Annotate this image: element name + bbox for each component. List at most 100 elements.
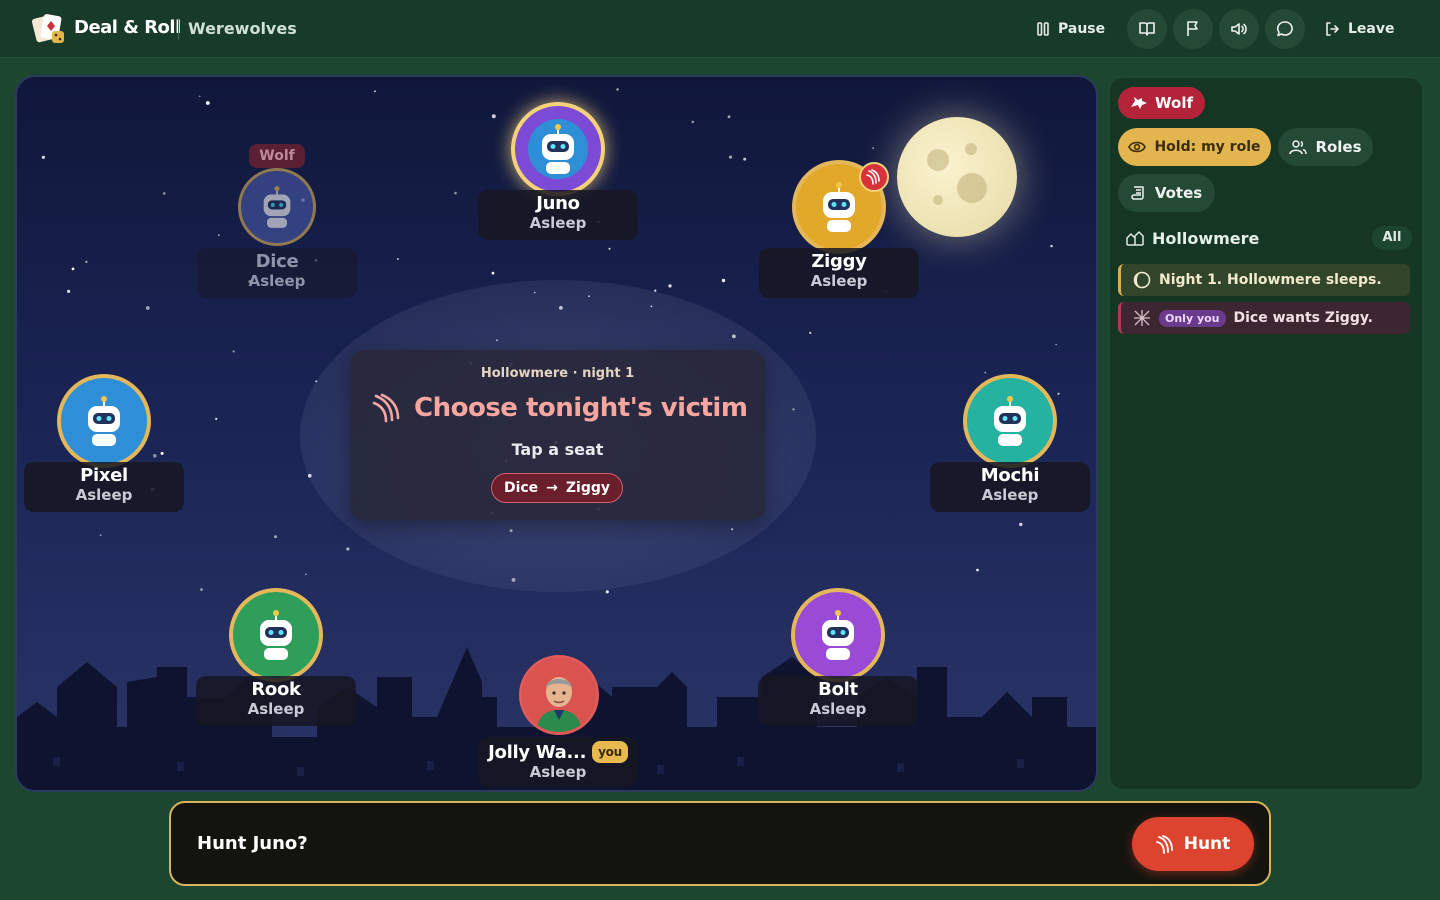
target-to: Ziggy: [565, 480, 611, 496]
leave-label: Leave: [1348, 21, 1395, 37]
wolf-target-pill[interactable]: Dice → Ziggy: [491, 473, 623, 503]
robot-icon: [980, 391, 1040, 451]
game-board: Hollowmere · night 1 Choose tonight's vi…: [15, 75, 1098, 792]
player-avatar: [511, 102, 605, 196]
hold-my-role-button[interactable]: Hold: my role: [1118, 128, 1271, 166]
seat-mochi[interactable]: Mochi Asleep: [930, 374, 1090, 514]
leave-button[interactable]: Leave: [1324, 17, 1394, 41]
nameplate: Mochi Asleep: [930, 462, 1090, 512]
log-title: Hollowmere: [1152, 228, 1260, 248]
volume-icon: [1231, 23, 1247, 35]
seat-bolt[interactable]: Bolt Asleep: [758, 588, 918, 728]
seat-juno[interactable]: Juno Asleep: [478, 102, 638, 242]
night-prompt-card: Hollowmere · night 1 Choose tonight's vi…: [350, 350, 765, 520]
nameplate: Bolt Asleep: [758, 676, 918, 726]
chat-button[interactable]: [1265, 9, 1305, 49]
player-name: Mochi: [980, 465, 1040, 486]
player-status: Asleep: [529, 214, 587, 232]
nameplate: Juno Asleep: [478, 190, 638, 240]
player-status: Asleep: [75, 486, 133, 504]
prompt-title-text: Choose tonight's victim: [414, 393, 748, 423]
player-name: Juno: [536, 193, 580, 214]
action-bar: Hunt Juno? Hunt: [169, 801, 1271, 886]
person-avatar-icon: [522, 658, 596, 732]
pause-button[interactable]: Pause: [1036, 17, 1105, 41]
report-button[interactable]: [1173, 9, 1213, 49]
leave-icon: [1326, 22, 1339, 36]
log-entry: Night 1. Hollowmere sleeps.: [1118, 264, 1410, 296]
prompt-subtitle: Hollowmere · night 1: [480, 366, 635, 381]
self-name: Jolly Wa...: [488, 742, 587, 763]
robot-icon: [252, 182, 302, 232]
claw-icon: [372, 393, 400, 423]
top-bar: Deal & Roll Werewolves Pause Leave: [0, 0, 1440, 58]
scroll-icon: [1131, 186, 1144, 200]
seat-self: Jolly Wa... you Asleep: [478, 655, 638, 787]
pause-icon: [1037, 22, 1049, 36]
robot-icon: [246, 605, 306, 665]
target-arrow: →: [546, 480, 558, 496]
player-name: Ziggy: [811, 251, 867, 272]
book-icon: [1139, 22, 1155, 36]
only-you-badge: Only you: [1159, 309, 1226, 327]
robot-icon: [808, 605, 868, 665]
player-name: Jolly Wa... you: [478, 741, 638, 763]
wolf-tag: Wolf: [249, 144, 305, 168]
votes-label: Votes: [1154, 184, 1203, 202]
player-name: Rook: [251, 679, 301, 700]
claw-icon: [1155, 835, 1173, 854]
wolf-icon: [1131, 97, 1147, 109]
player-avatar: [791, 588, 885, 682]
player-status: Asleep: [248, 272, 306, 290]
brand-divider: [178, 18, 179, 40]
player-name: Bolt: [818, 679, 858, 700]
seat-dice[interactable]: Wolf Dice Asleep: [197, 144, 357, 298]
player-status: Asleep: [529, 763, 587, 781]
player-avatar: [519, 655, 599, 735]
hunt-label: Hunt: [1183, 834, 1231, 854]
claw-marks-icon: [1134, 310, 1150, 326]
roles-label: Roles: [1315, 138, 1362, 156]
flag-icon: [1187, 21, 1198, 36]
player-status: Asleep: [981, 486, 1039, 504]
event-log-header: Hollowmere All: [1126, 226, 1412, 250]
chat-icon: [1276, 21, 1293, 37]
role-chip: Wolf: [1118, 87, 1205, 119]
pause-label: Pause: [1058, 21, 1106, 37]
seat-pixel[interactable]: Pixel Asleep: [24, 374, 184, 514]
votes-button[interactable]: Votes: [1118, 174, 1215, 212]
player-status: Asleep: [809, 700, 867, 718]
nameplate: Jolly Wa... you Asleep: [478, 737, 638, 787]
nameplate: Ziggy Asleep: [759, 248, 919, 298]
roles-button[interactable]: Roles: [1278, 128, 1373, 166]
prompt-hint: Tap a seat: [511, 440, 604, 459]
player-avatar: [238, 168, 316, 246]
log-entry-private: Only you Dice wants Ziggy.: [1118, 302, 1410, 334]
users-icon: [1289, 140, 1308, 155]
log-text: Night 1. Hollowmere sleeps.: [1159, 272, 1382, 288]
sound-button[interactable]: [1219, 9, 1259, 49]
moon-icon: [1133, 271, 1151, 289]
nameplate: Rook Asleep: [196, 676, 356, 726]
hunt-button[interactable]: Hunt: [1132, 817, 1254, 871]
deal-and-roll-logo-icon: [32, 14, 64, 43]
rules-book-button[interactable]: [1127, 9, 1167, 49]
log-filter-all[interactable]: All: [1372, 226, 1412, 250]
robot-icon: [74, 391, 134, 451]
player-avatar: [57, 374, 151, 468]
nameplate: Pixel Asleep: [24, 462, 184, 512]
nameplate: Dice Asleep: [197, 248, 357, 298]
robot-icon: [809, 177, 869, 237]
seat-ziggy[interactable]: Ziggy Asleep: [759, 160, 919, 300]
role-name: Wolf: [1155, 94, 1193, 112]
eye-icon: [1128, 141, 1147, 153]
player-name: Dice: [255, 251, 299, 272]
target-from: Dice: [503, 480, 539, 496]
prompt-title: Choose tonight's victim: [372, 392, 748, 424]
seat-rook[interactable]: Rook Asleep: [196, 588, 356, 728]
robot-icon: [528, 119, 588, 179]
action-question: Hunt Juno?: [197, 833, 308, 854]
player-avatar: [229, 588, 323, 682]
log-text: Dice wants Ziggy.: [1233, 310, 1374, 326]
player-name: Pixel: [80, 465, 128, 486]
